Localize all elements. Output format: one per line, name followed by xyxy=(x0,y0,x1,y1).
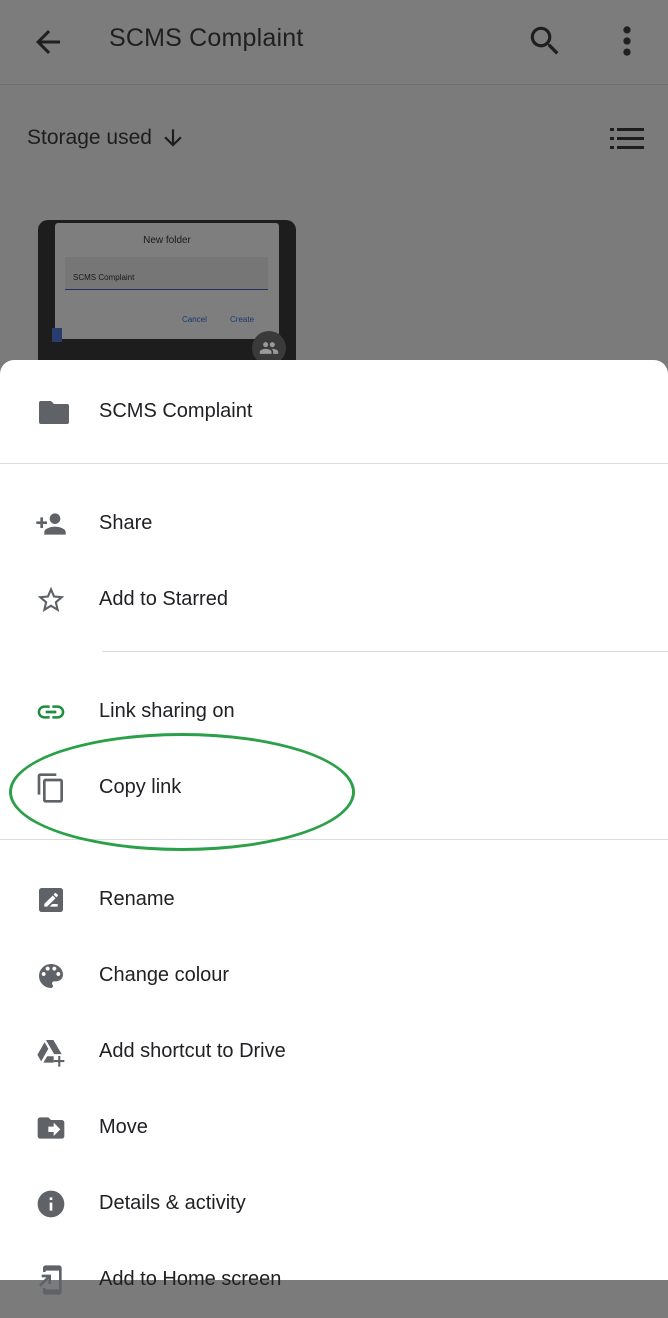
palette-icon xyxy=(39,964,63,988)
thumbnail-cancel-text: Cancel xyxy=(182,315,207,324)
divider xyxy=(102,651,668,652)
thumbnail-dialog-preview: New folder SCMS Complaint Cancel Create xyxy=(55,223,279,339)
menu-item-label: Move xyxy=(99,1116,148,1138)
menu-item-label: Share xyxy=(99,512,153,534)
person-add-icon xyxy=(36,513,66,535)
thumbnail-dialog-title: New folder xyxy=(143,235,191,246)
sheet-header: SCMS Complaint xyxy=(0,360,668,464)
list-view-icon[interactable] xyxy=(610,125,644,153)
drive-add-icon xyxy=(37,1040,65,1067)
thumbnail-dialog-field: SCMS Complaint xyxy=(65,257,268,290)
link-icon xyxy=(37,705,65,719)
sort-label[interactable]: Storage used xyxy=(27,126,152,150)
sort-bar: Storage used xyxy=(0,115,668,161)
arrow-down-icon[interactable] xyxy=(160,125,186,151)
page-title: SCMS Complaint xyxy=(109,24,304,52)
search-icon[interactable] xyxy=(526,22,564,60)
menu-item-add-shortcut[interactable]: Add shortcut to Drive xyxy=(0,1014,668,1090)
menu-item-details[interactable]: Details & activity xyxy=(0,1166,668,1242)
menu-item-move[interactable]: Move xyxy=(0,1090,668,1166)
folder-icon xyxy=(39,401,69,424)
arrow-back-icon[interactable] xyxy=(30,24,66,60)
people-icon xyxy=(259,342,279,354)
menu-item-label: Change colour xyxy=(99,964,230,986)
menu-item-label: Rename xyxy=(99,888,175,910)
menu-item-add-to-starred[interactable]: Add to Starred xyxy=(0,562,668,638)
thumbnail-field-value: SCMS Complaint xyxy=(73,273,135,282)
menu-item-label: Details & activity xyxy=(99,1192,246,1214)
info-icon xyxy=(37,1190,65,1218)
highlight-annotation-ring xyxy=(9,733,355,851)
sheet-title: SCMS Complaint xyxy=(99,400,253,422)
menu-item-link-sharing[interactable]: Link sharing on xyxy=(0,674,668,750)
menu-item-label: Add shortcut to Drive xyxy=(99,1040,286,1062)
divider xyxy=(0,463,668,464)
file-thumbnail[interactable]: New folder SCMS Complaint Cancel Create xyxy=(38,220,296,380)
menu-item-label: Link sharing on xyxy=(99,700,235,722)
rename-icon xyxy=(39,888,63,912)
menu-item-share[interactable]: Share xyxy=(0,486,668,562)
menu-item-add-to-home[interactable]: Add to Home screen xyxy=(0,1242,668,1318)
menu-item-label: Add to Starred xyxy=(99,588,228,610)
menu-item-change-colour[interactable]: Change colour xyxy=(0,938,668,1014)
app-bar: SCMS Complaint xyxy=(0,0,668,85)
add-to-home-icon xyxy=(39,1265,62,1295)
file-type-icon xyxy=(52,328,62,342)
thumbnail-create-text: Create xyxy=(230,315,255,324)
move-folder-icon xyxy=(37,1117,65,1139)
more-vert-icon[interactable] xyxy=(614,22,640,60)
menu-item-rename[interactable]: Rename xyxy=(0,862,668,938)
star-outline-icon xyxy=(37,586,65,612)
